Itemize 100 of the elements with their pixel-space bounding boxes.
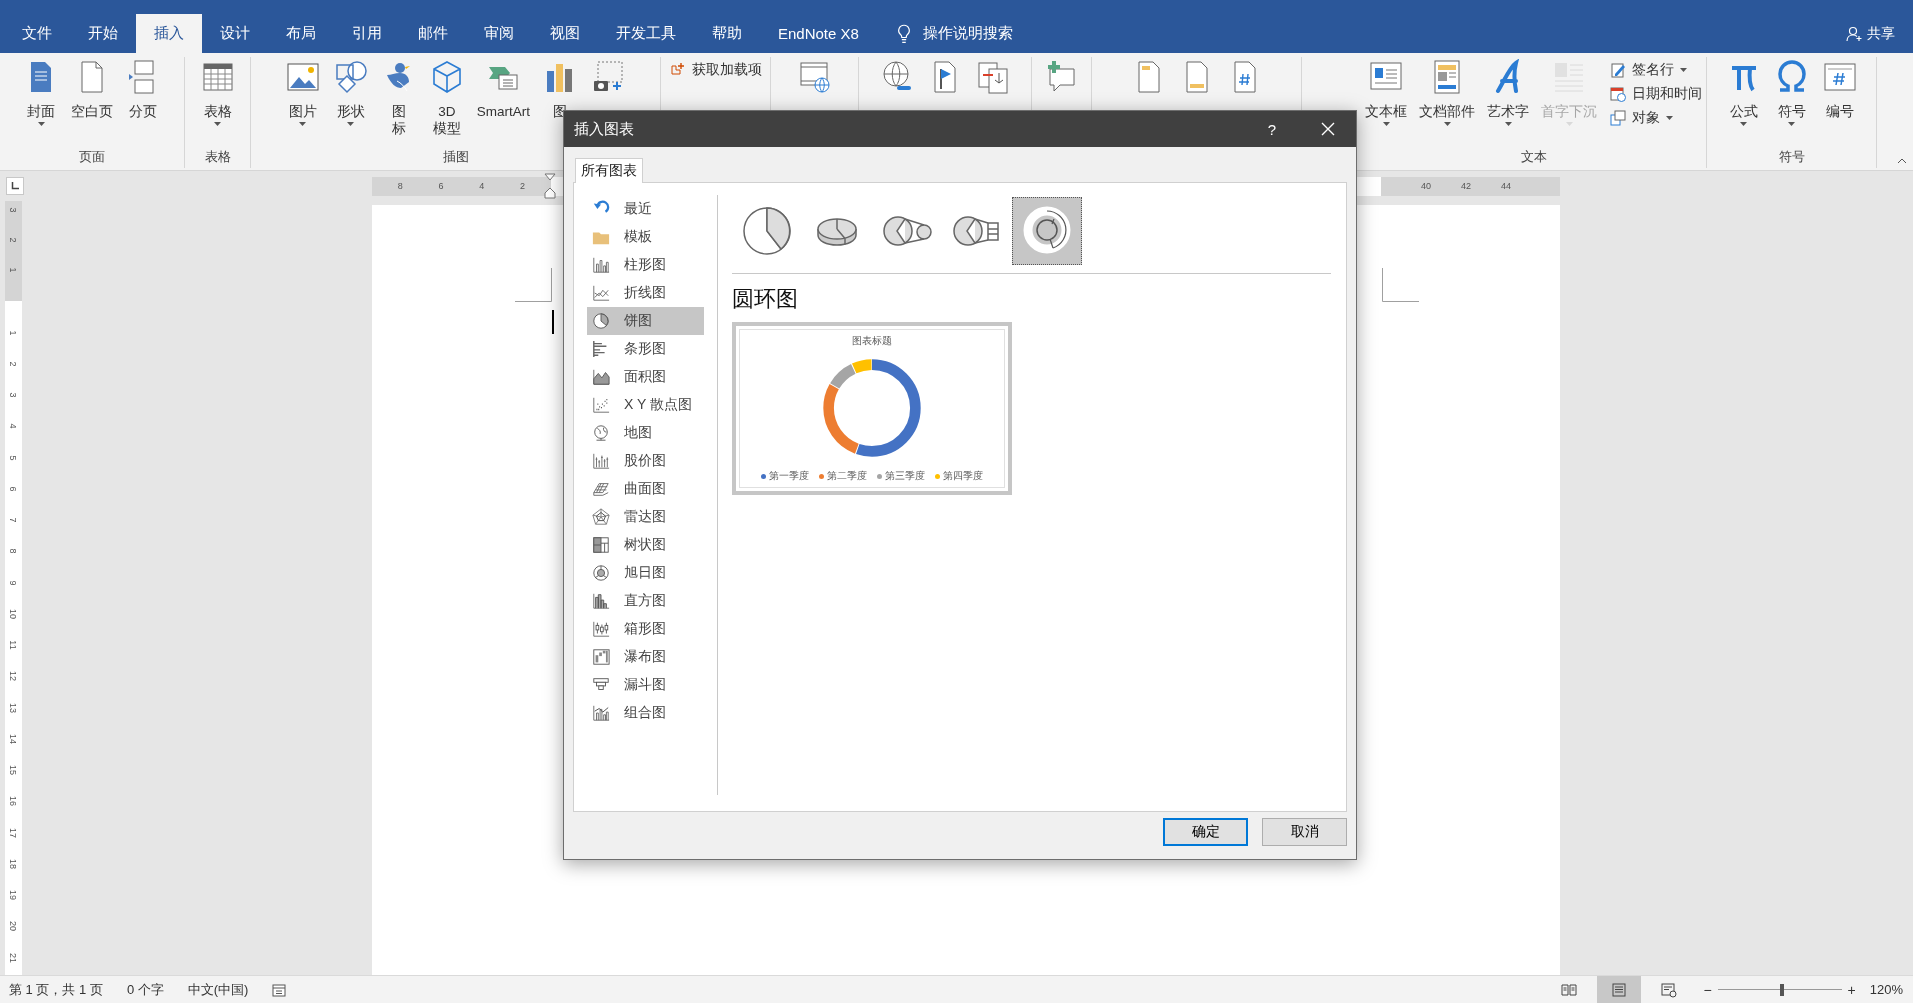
chart-type-item[interactable]: 折线图 [587,279,704,307]
zoom-in-button[interactable]: + [1847,981,1856,998]
ribbon-tab[interactable]: 插入 [136,14,202,53]
ribbon-button[interactable]: 分页 [120,57,166,120]
legend-label: 第二季度 [827,469,867,483]
chart-type-item[interactable]: 树状图 [587,531,704,559]
page-layout-icon [1611,981,1628,998]
group-label: 插图 [442,148,469,166]
ribbon-button[interactable]: 表格 [194,57,241,126]
zoom-slider[interactable] [1717,983,1842,996]
chart-type-item[interactable]: 曲面图 [587,475,704,503]
status-text[interactable]: 0 个字 [126,980,164,999]
ribbon-tab[interactable]: 开始 [70,14,136,53]
ribbon-button[interactable]: 日期和时间 [1610,83,1702,105]
collapse-chevron-icon [1897,158,1907,164]
group-label: 表格 [204,148,231,166]
legend-label: 第三季度 [885,469,925,483]
ribbon-button[interactable]: 签名行 [1610,59,1702,81]
globe-icon [592,424,610,442]
ribbon-tab[interactable]: EndNote X8 [760,14,877,53]
ribbon-tab[interactable]: 邮件 [400,14,466,53]
slider-thumb[interactable] [1780,983,1785,996]
tell-me-search[interactable]: 操作说明搜索 [922,24,1013,43]
ribbon-button[interactable]: 编号 [1816,57,1863,120]
legend-label: 第四季度 [943,469,983,483]
ribbon-button[interactable]: 封面 [18,57,64,126]
ribbon-button[interactable]: 空白页 [66,57,118,120]
caret-icon [299,122,307,126]
ribbon-tab[interactable]: 视图 [532,14,598,53]
dialog-button[interactable]: 取消 [1262,818,1347,846]
ruler-number: 44 [1501,181,1512,191]
ribbon-button[interactable]: 符号 [1768,57,1815,126]
close-icon [1321,122,1335,136]
signature-pen-icon [1610,62,1626,78]
dialog-button[interactable]: 确定 [1163,818,1248,846]
status-text[interactable]: 第 1 页，共 1 页 [9,980,103,999]
zoom-out-button[interactable]: − [1703,981,1712,998]
chart-type-item[interactable]: 瀑布图 [587,643,704,671]
chart-type-item[interactable]: 地图 [587,419,704,447]
ribbon-button[interactable]: 图片 [279,57,326,126]
scatter-chart-icon [592,396,610,414]
ribbon-tab[interactable]: 布局 [268,14,334,53]
caret-icon [347,122,355,126]
chart-type-item[interactable]: 组合图 [587,699,704,727]
ribbon-tab[interactable]: 审阅 [466,14,532,53]
ruler-number: 8 [8,548,18,554]
share-button[interactable]: 共享 [1846,14,1895,53]
chart-type-item[interactable]: 直方图 [587,587,704,615]
histogram-icon [592,592,610,610]
chart-type-item[interactable]: 雷达图 [587,503,704,531]
ribbon-button[interactable]: SmartArt [471,57,536,120]
radar-chart-icon [592,508,610,526]
stock-chart-icon [592,452,610,470]
chart-type-item[interactable]: 面积图 [587,363,704,391]
ribbon-button[interactable]: 获取加载项 [669,59,762,81]
sunburst-icon [592,564,610,582]
ribbon-button[interactable]: 对象 [1610,107,1702,129]
lightbulb-icon [896,23,911,44]
status-text[interactable]: 中文(中国) [187,980,249,999]
ribbon-tab[interactable]: 开发工具 [598,14,694,53]
chart-type-item[interactable]: X Y 散点图 [587,391,704,419]
caret-icon [37,122,45,126]
ribbon-button[interactable]: 3D模型 [423,57,470,137]
chart-type-item[interactable]: 股价图 [587,447,704,475]
chart-type-item[interactable]: 条形图 [587,335,704,363]
chart-subtype-option[interactable] [1012,197,1082,265]
chart-type-item[interactable]: 饼图 [587,307,704,335]
caret-icon [1382,122,1390,126]
ruler-number: 20 [8,921,18,932]
tab-stop-selector[interactable] [6,177,24,195]
ribbon-tab[interactable]: 文件 [4,14,70,53]
ribbon-button[interactable]: 艺术字 [1482,57,1534,126]
dialog-tab[interactable]: 所有图表 [575,158,643,183]
ruler-number: 2 [520,181,526,191]
object-icon [1610,110,1626,126]
zoom-level[interactable]: 120% [1869,982,1903,997]
chart-type-item[interactable]: 模板 [587,223,704,251]
macro-icon [272,982,287,997]
help-button[interactable]: ? [1244,120,1300,138]
ribbon-tab[interactable]: 引用 [334,14,400,53]
chart-type-item[interactable]: 箱形图 [587,615,704,643]
ribbon-button[interactable]: 文档部件 [1414,57,1480,126]
ribbon-button[interactable]: 形状 [327,57,374,126]
column-chart-icon [592,256,610,274]
chart-type-item[interactable]: 旭日图 [587,559,704,587]
chart-type-item[interactable]: 柱形图 [587,251,704,279]
ruler-number: 1 [8,330,18,336]
ribbon-button[interactable]: 公式 [1720,57,1767,126]
chart-type-item[interactable]: 最近 [587,195,704,223]
treemap-icon [592,536,610,554]
chart-type-item[interactable]: 漏斗图 [587,671,704,699]
ribbon-button[interactable]: 文本框 [1360,57,1412,126]
ruler-number: 4 [479,181,485,191]
ribbon-tab[interactable]: 帮助 [694,14,760,53]
view-button[interactable] [1597,976,1642,1003]
subtype-heading: 圆环图 [732,285,799,313]
ribbon-tab[interactable]: 设计 [202,14,268,53]
ribbon-button[interactable]: 图标 [375,57,422,137]
ruler-number: 5 [8,455,18,461]
person-plus-icon [1846,25,1862,42]
